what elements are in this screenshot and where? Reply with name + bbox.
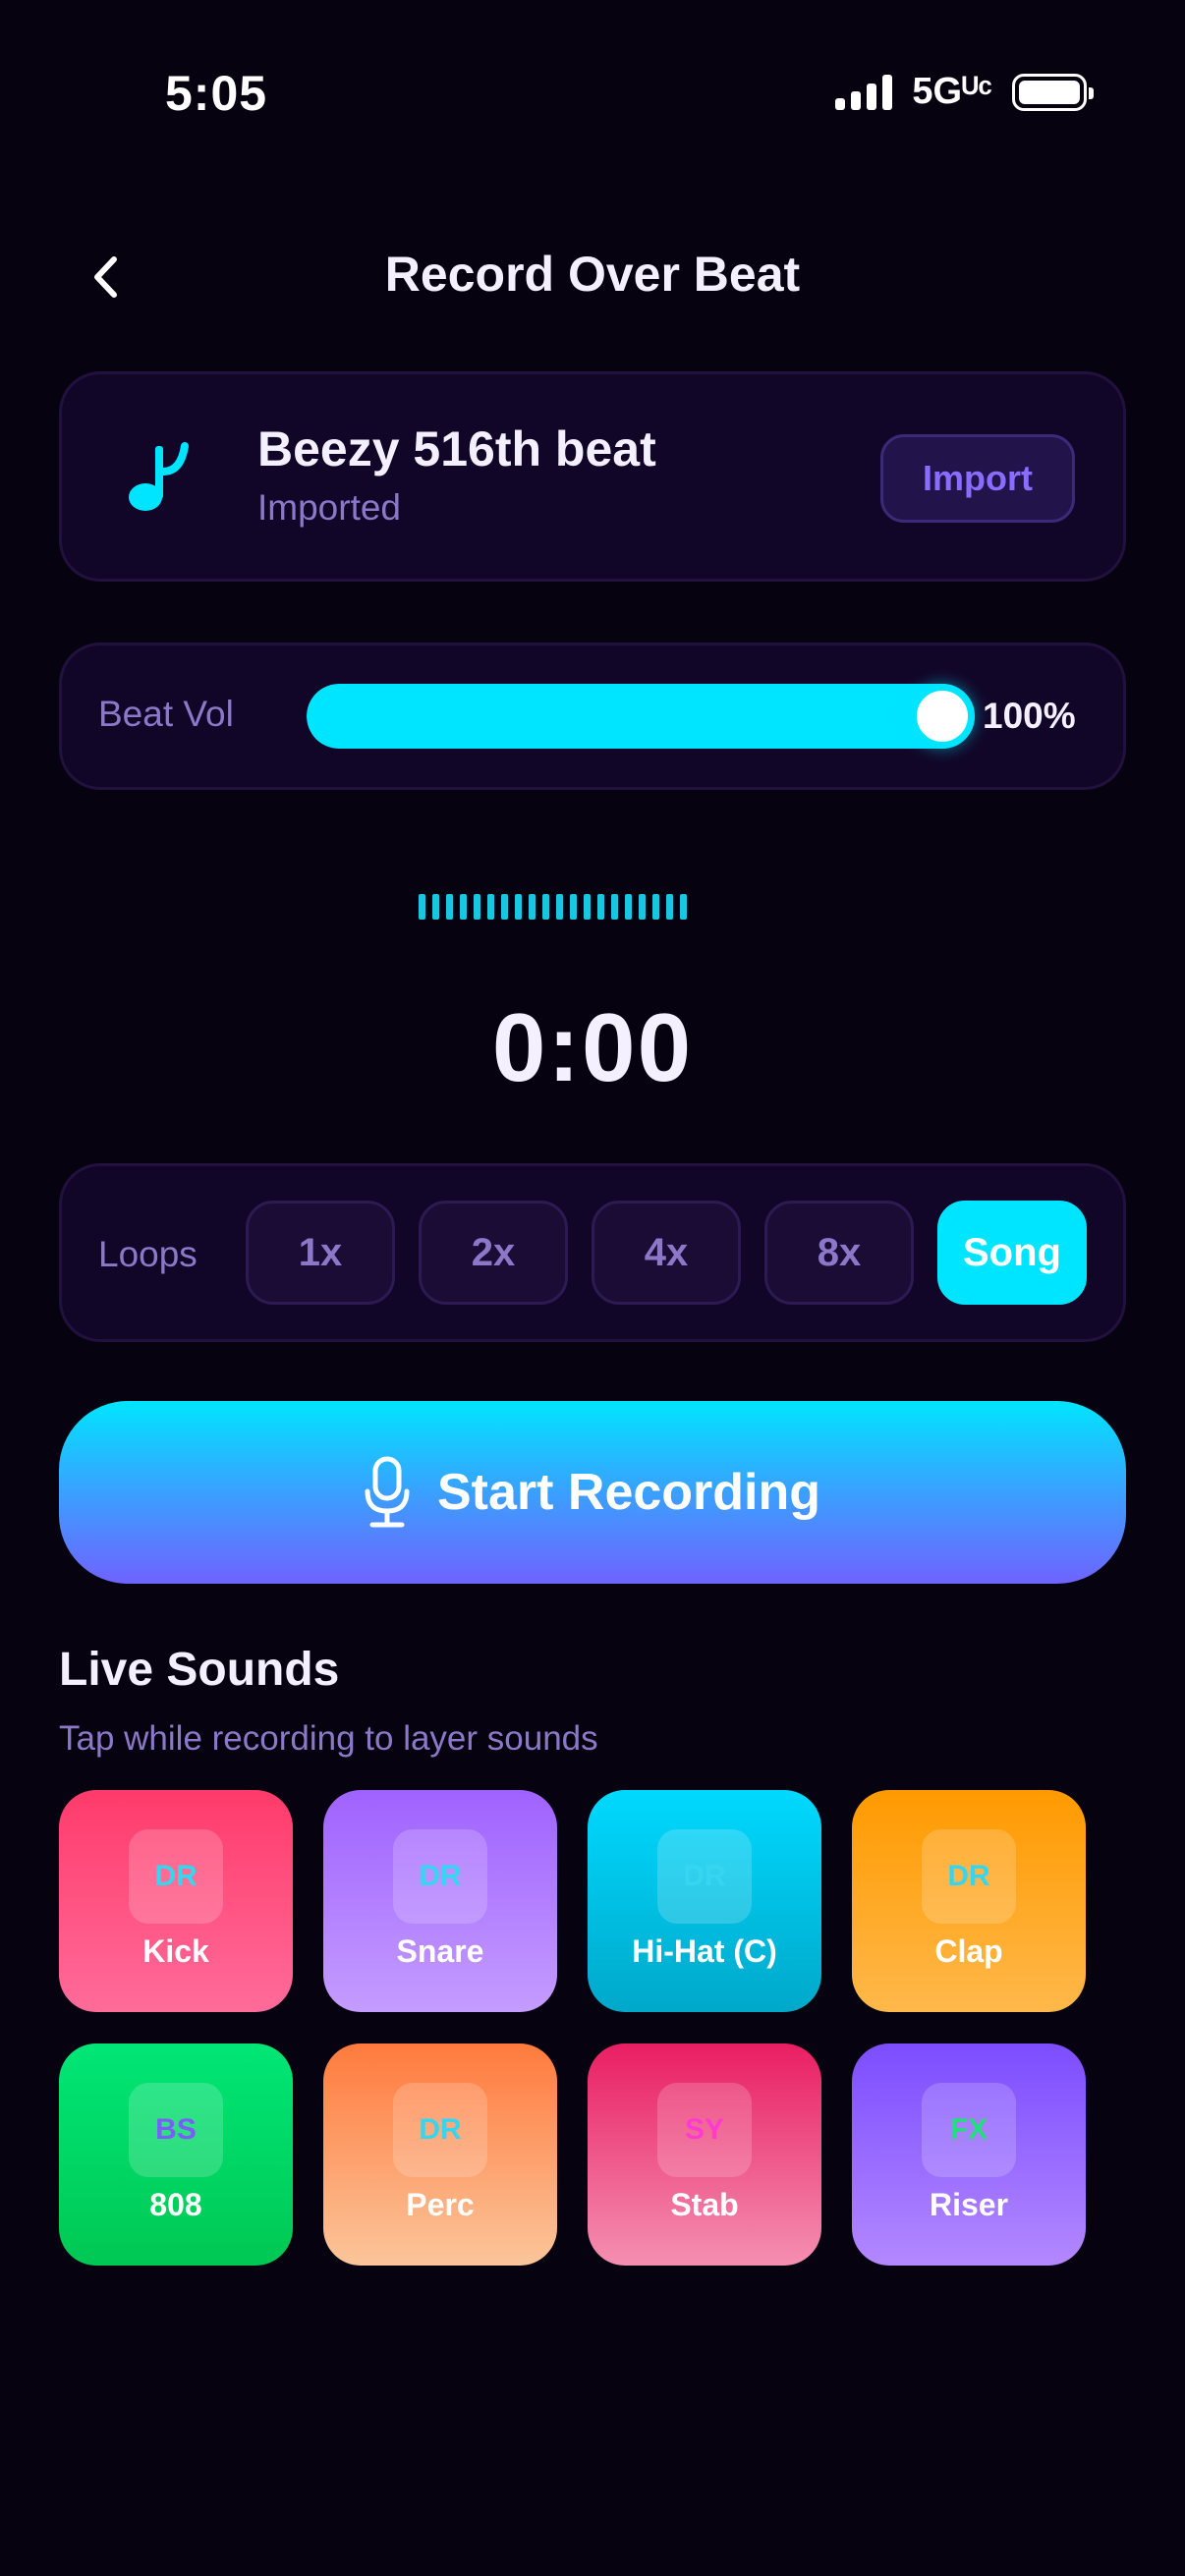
music-note-icon [116, 432, 204, 521]
page-title: Record Over Beat [384, 247, 801, 302]
pad-category-badge: FX [922, 2083, 1016, 2177]
beat-volume-fill [307, 684, 975, 749]
pad-label: Snare [396, 1933, 484, 1969]
waveform-bar [419, 894, 425, 920]
pad-label: Riser [929, 2187, 1009, 2222]
waveform-bar [446, 894, 453, 920]
beat-volume-label: Beat Vol [98, 694, 234, 734]
pad-label: 808 [149, 2187, 202, 2222]
pad-label: Clap [934, 1933, 1003, 1969]
sound-pad-kick[interactable]: DR Kick [59, 1790, 293, 2012]
waveform-bar [529, 894, 536, 920]
waveform-bar [474, 894, 480, 920]
pad-category-badge: DR [657, 1829, 752, 1924]
beat-volume-value: 100% [983, 696, 1076, 736]
pad-category-badge: DR [393, 1829, 487, 1924]
loop-option-4x[interactable]: 4x [592, 1201, 741, 1305]
loop-option-8x[interactable]: 8x [764, 1201, 914, 1305]
waveform-bar [570, 894, 577, 920]
pad-category-badge: SY [657, 2083, 752, 2177]
sound-pad-perc[interactable]: DR Perc [323, 2044, 557, 2266]
waveform-bar [625, 894, 632, 920]
pad-category-badge: DR [129, 1829, 223, 1924]
status-indicators: 5Gᵁᶜ [835, 71, 1094, 113]
waveform-bar [460, 894, 467, 920]
waveform-bar [487, 894, 494, 920]
beat-volume-handle[interactable] [910, 684, 975, 749]
beat-title: Beezy 516th beat [257, 421, 656, 476]
pad-label: Stab [670, 2187, 739, 2222]
waveform [419, 894, 687, 920]
waveform-bar [501, 894, 508, 920]
signal-icon [835, 74, 893, 110]
sound-pad-808[interactable]: BS 808 [59, 2044, 293, 2266]
loop-option-1x[interactable]: 1x [246, 1201, 395, 1305]
recording-timer: 0:00 [491, 993, 694, 1101]
pad-label: Kick [142, 1933, 209, 1969]
pad-category-badge: DR [393, 2083, 487, 2177]
waveform-bar [432, 894, 439, 920]
sound-pad-hi-hat[interactable]: DR Hi-Hat (C) [588, 1790, 821, 2012]
waveform-bar [652, 894, 659, 920]
waveform-bar [584, 894, 591, 920]
loops-label: Loops [98, 1234, 198, 1274]
waveform-bar [542, 894, 549, 920]
waveform-bar [597, 894, 604, 920]
microphone-icon [365, 1456, 410, 1528]
live-sounds-title: Live Sounds [59, 1644, 340, 1696]
loop-option-song[interactable]: Song [937, 1201, 1087, 1305]
start-recording-label: Start Recording [436, 1464, 821, 1521]
network-label: 5Gᵁᶜ [912, 71, 992, 112]
waveform-bar [515, 894, 522, 920]
waveform-bar [639, 894, 646, 920]
sound-pad-clap[interactable]: DR Clap [852, 1790, 1086, 2012]
pad-category-badge: DR [922, 1829, 1016, 1924]
waveform-bar [556, 894, 563, 920]
pad-category-badge: BS [129, 2083, 223, 2177]
battery-icon [1012, 73, 1094, 111]
waveform-bar [666, 894, 673, 920]
sound-pad-riser[interactable]: FX Riser [852, 2044, 1086, 2266]
beat-status: Imported [257, 487, 402, 528]
waveform-bar [680, 894, 687, 920]
start-recording-button[interactable]: Start Recording [59, 1401, 1126, 1584]
pad-label: Perc [406, 2187, 475, 2222]
sound-pad-stab[interactable]: SY Stab [588, 2044, 821, 2266]
status-time: 5:05 [165, 66, 268, 121]
sound-pad-snare[interactable]: DR Snare [323, 1790, 557, 2012]
beat-volume-slider[interactable] [307, 684, 975, 749]
loop-option-2x[interactable]: 2x [419, 1201, 568, 1305]
pad-label: Hi-Hat (C) [632, 1933, 777, 1969]
waveform-bar [611, 894, 618, 920]
live-sounds-subtitle: Tap while recording to layer sounds [59, 1719, 598, 1758]
import-button[interactable]: Import [880, 434, 1075, 523]
